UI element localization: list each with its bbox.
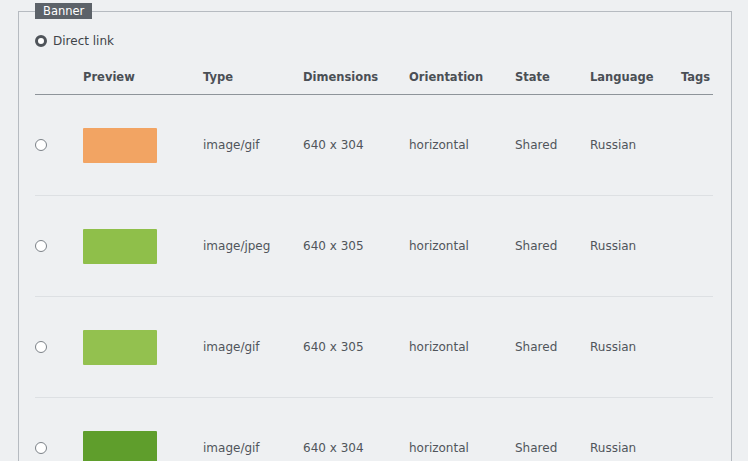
table-row[interactable]: image/gif640 x 304horizontalSharedRussia… <box>35 398 713 461</box>
banner-preview[interactable] <box>83 330 157 365</box>
dimensions-cell: 640 x 305 <box>303 340 409 354</box>
column-header: State <box>515 70 590 84</box>
column-header: Tags <box>681 70 712 84</box>
type-cell: image/gif <box>203 441 303 455</box>
source-option[interactable]: Direct link <box>35 33 713 49</box>
orientation-cell: horizontal <box>409 239 515 253</box>
orientation-cell: horizontal <box>409 441 515 455</box>
page: Banner Direct link PreviewTypeDimensionsOr… <box>0 0 748 461</box>
dimensions-cell: 640 x 305 <box>303 239 409 253</box>
column-header: Dimensions <box>303 70 409 84</box>
table-row[interactable]: image/jpeg640 x 305horizontalSharedRussi… <box>35 196 713 297</box>
radio-button[interactable] <box>35 35 47 47</box>
option-label: Direct link <box>53 34 114 48</box>
state-cell: Shared <box>515 340 590 354</box>
orientation-cell: horizontal <box>409 138 515 152</box>
column-header: Preview <box>83 70 203 84</box>
type-cell: image/gif <box>203 138 303 152</box>
row-radio[interactable] <box>35 341 47 353</box>
column-header: Language <box>590 70 681 84</box>
dimensions-cell: 640 x 304 <box>303 441 409 455</box>
dimensions-cell: 640 x 304 <box>303 138 409 152</box>
banner-preview[interactable] <box>83 431 157 461</box>
language-cell: Russian <box>590 340 681 354</box>
column-header: Type <box>203 70 303 84</box>
panel-legend: Banner <box>35 3 92 19</box>
banner-preview[interactable] <box>83 229 157 264</box>
orientation-cell: horizontal <box>409 340 515 354</box>
row-radio[interactable] <box>35 442 47 454</box>
table-header: PreviewTypeDimensionsOrientationStateLan… <box>35 60 713 95</box>
table-row[interactable]: image/gif640 x 304horizontalSharedRussia… <box>35 95 713 196</box>
state-cell: Shared <box>515 239 590 253</box>
type-cell: image/gif <box>203 340 303 354</box>
row-radio[interactable] <box>35 139 47 151</box>
language-cell: Russian <box>590 239 681 253</box>
language-cell: Russian <box>590 441 681 455</box>
banner-panel: Banner Direct link PreviewTypeDimensionsOr… <box>18 3 732 461</box>
state-cell: Shared <box>515 441 590 455</box>
language-cell: Russian <box>590 138 681 152</box>
state-cell: Shared <box>515 138 590 152</box>
banner-preview[interactable] <box>83 128 157 163</box>
column-header: Orientation <box>409 70 515 84</box>
table-row[interactable]: image/gif640 x 305horizontalSharedRussia… <box>35 297 713 398</box>
type-cell: image/jpeg <box>203 239 303 253</box>
banner-table: PreviewTypeDimensionsOrientationStateLan… <box>35 60 713 461</box>
row-radio[interactable] <box>35 240 47 252</box>
